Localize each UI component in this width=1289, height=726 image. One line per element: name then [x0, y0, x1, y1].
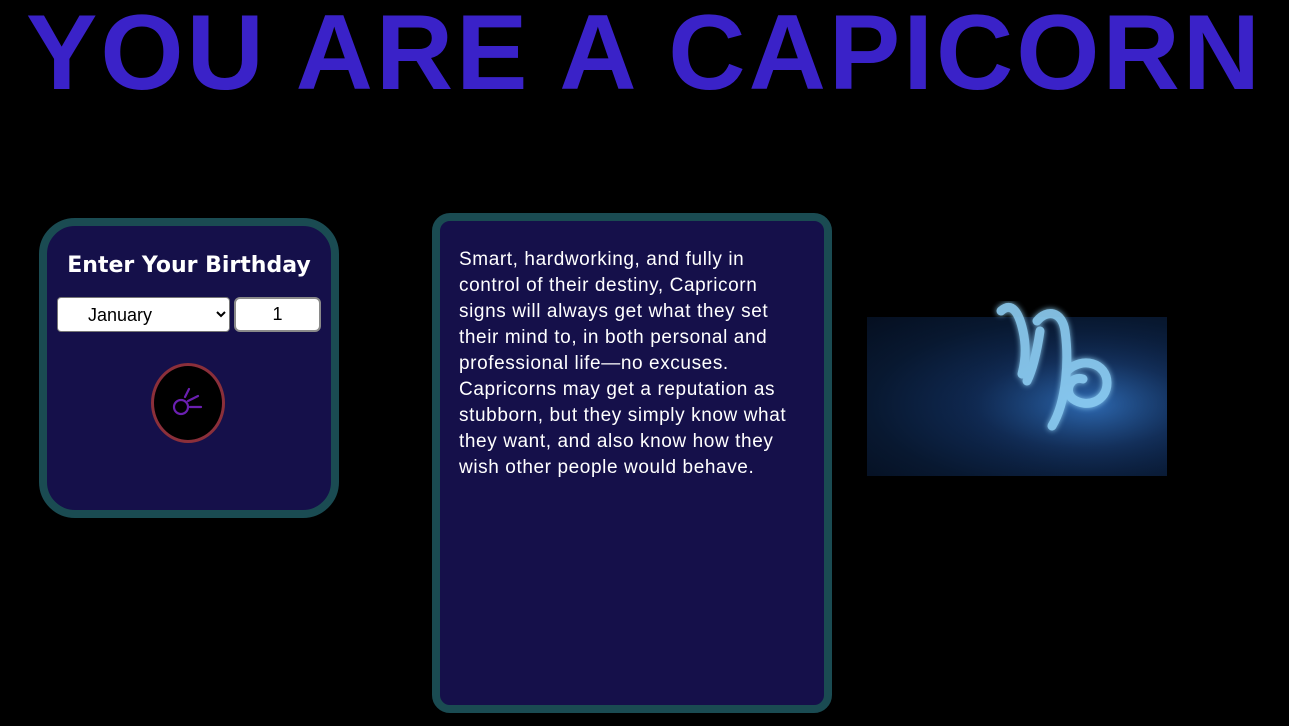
birthday-card-title: Enter Your Birthday: [67, 253, 311, 278]
capricorn-symbol-icon: [867, 303, 1167, 476]
sign-description: Smart, hardworking, and fully in control…: [459, 249, 787, 478]
description-card: Smart, hardworking, and fully in control…: [432, 213, 832, 713]
month-select[interactable]: January: [57, 297, 230, 332]
birthday-card: Enter Your Birthday January: [39, 218, 339, 518]
page-headline: YOU ARE A CAPICORN: [25, 0, 1263, 112]
day-input[interactable]: [234, 297, 321, 332]
comet-icon: [154, 383, 222, 423]
submit-button[interactable]: [151, 363, 225, 443]
capricorn-image: [867, 303, 1167, 476]
